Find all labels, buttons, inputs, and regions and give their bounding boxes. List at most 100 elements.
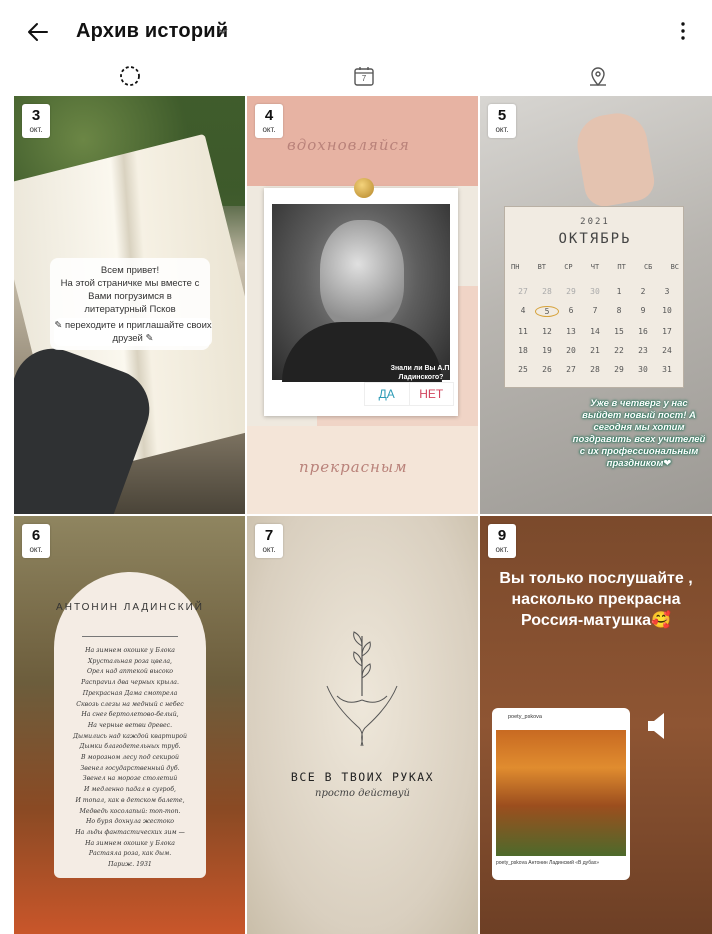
calendar-day: 28	[542, 287, 552, 296]
calendar-year: 2021	[580, 217, 610, 227]
hands-sprout-illustration	[326, 631, 398, 747]
calendar-day: 7	[592, 306, 598, 315]
story-tile[interactable]: Вы только послушайте , насколько прекрас…	[480, 516, 712, 934]
story-tile[interactable]: Всем привет! На этой страничке мы вместе…	[14, 96, 245, 514]
story-text: Вы только послушайте , насколько прекрас…	[499, 570, 693, 629]
calendar-day: 12	[542, 327, 552, 336]
poll-option-yes[interactable]: ДА	[365, 383, 409, 405]
post-caption: poety_pskova Антонин Ладинский «В дубах»	[496, 860, 600, 866]
story-text: Уже в четверг у нас выйдет новый пост! А…	[572, 398, 706, 469]
calendar-day: 5	[535, 306, 559, 317]
stories-ring-icon[interactable]	[118, 64, 142, 88]
story-day: 3	[31, 107, 41, 124]
calendar-day: 1	[616, 287, 622, 296]
stories-grid: Всем привет! На этой страничке мы вместе…	[14, 96, 712, 934]
calendar-day: 6	[568, 306, 574, 315]
story-tile[interactable]: АНТОНИН ЛАДИНСКИЙ На зимнем окошке у Бло…	[14, 516, 245, 934]
arrow-left-icon[interactable]	[24, 18, 52, 46]
poem-text: На зимнем окошке у Блока Хрустальная роз…	[72, 647, 188, 869]
shared-post-card[interactable]: poety_pskova poety_pskova Антонин Ладинс…	[492, 708, 630, 880]
calendar-day-number: 7	[361, 74, 367, 83]
page-title[interactable]: Архив историй	[76, 20, 228, 43]
app-header: Архив историй	[0, 0, 712, 62]
calendar-day: 29	[614, 365, 624, 374]
calendar-day: 14	[590, 327, 600, 336]
calendar-day: 13	[566, 327, 576, 336]
calendar-day: 17	[662, 327, 672, 336]
slogan-subtext: просто действуй	[315, 788, 410, 799]
story-date-badge: 6 окт.	[22, 524, 50, 558]
script-text-bottom: прекрасным	[299, 458, 408, 476]
calendar-card: 2021 ОКТЯБРЬ ПН ВТ СР ЧТ ПТ СБ ВС 27 28 29 30 1 2 3 4…	[504, 206, 684, 388]
polaroid-frame: Знали ли Вы А.П. Ладинского? ДА НЕТ	[264, 188, 458, 416]
story-month: окт.	[29, 545, 43, 554]
story-day: 7	[264, 527, 274, 544]
calendar-weekday: ВТ	[537, 263, 547, 271]
calendar-day: 24	[662, 346, 672, 355]
calendar-day: 23	[638, 346, 648, 355]
calendar-weekday: ВС	[670, 263, 679, 271]
story-date-badge: 4 окт.	[255, 104, 283, 138]
calendar-weekday: ПТ	[617, 263, 626, 271]
divider	[82, 636, 178, 637]
calendar-day: 19	[542, 346, 552, 355]
calendar-day: 9	[640, 306, 646, 315]
poll-question: Знали ли Вы А.П. Ладинского?	[390, 365, 452, 381]
story-text-secondary: ✎ переходите и приглашайте своих друзей …	[54, 318, 212, 346]
portrait-face	[320, 220, 404, 330]
script-text-top: вдохновляйся	[287, 136, 410, 154]
more-vertical-icon[interactable]	[676, 20, 690, 42]
calendar-day: 2	[640, 287, 646, 296]
story-date-badge: 7 окт.	[255, 524, 283, 558]
story-month: окт.	[262, 125, 276, 134]
slogan-text: ВСЕ В ТВОИХ РУКАХ	[290, 770, 435, 784]
story-month: окт.	[262, 545, 276, 554]
poll-option-no[interactable]: НЕТ	[408, 383, 454, 405]
calendar-day: 11	[518, 327, 528, 336]
tab-calendar[interactable]: 7	[352, 64, 376, 88]
calendar-day: 18	[518, 346, 528, 355]
story-tile[interactable]: 2021 ОКТЯБРЬ ПН ВТ СР ЧТ ПТ СБ ВС 27 28 29 30 1 2 3 4…	[480, 96, 712, 514]
calendar-month: ОКТЯБРЬ	[558, 231, 632, 247]
story-month: окт.	[495, 125, 509, 134]
calendar-day: 16	[638, 327, 648, 336]
calendar-day: 29	[566, 287, 576, 296]
calendar-day: 20	[566, 346, 576, 355]
story-photo-hand	[572, 108, 658, 210]
calendar-day: 3	[664, 287, 670, 296]
story-tile[interactable]: вдохновляйся прекрасным Знали ли Вы А.П.…	[247, 96, 478, 514]
chevron-down-icon[interactable]	[216, 24, 230, 38]
calendar-day: 4	[520, 306, 526, 315]
calendar-weekday: СБ	[643, 263, 653, 271]
calendar-days: 27 28 29 30 1 2 3 4 5 6 7 8 9 10 11 12 13 14 15 16 17 18 19 20 2…	[511, 287, 679, 374]
calendar-day: 30	[638, 365, 648, 374]
calendar-day: 10	[662, 306, 672, 315]
calendar-day: 31	[662, 365, 672, 374]
portrait-photo: Знали ли Вы А.П. Ладинского?	[272, 204, 451, 382]
calendar-day: 8	[616, 306, 622, 315]
poem-card: АНТОНИН ЛАДИНСКИЙ На зимнем окошке у Бло…	[54, 572, 206, 878]
calendar-day: 26	[542, 365, 552, 374]
story-month: окт.	[29, 125, 43, 134]
poem-author: АНТОНИН ЛАДИНСКИЙ	[56, 602, 204, 613]
story-tile[interactable]: ВСЕ В ТВОИХ РУКАХ просто действуй 7 окт.	[247, 516, 478, 934]
speaker-icon[interactable]	[646, 712, 670, 740]
post-photo-autumn-forest	[496, 730, 626, 856]
calendar-day: 22	[614, 346, 624, 355]
poll-widget: ДА НЕТ	[364, 382, 454, 406]
story-day: 4	[264, 107, 274, 124]
calendar-weekday: СР	[564, 263, 573, 271]
calendar-day: 27	[566, 365, 576, 374]
story-month: окт.	[495, 545, 509, 554]
calendar-day: 28	[590, 365, 600, 374]
map-pin-icon[interactable]	[586, 64, 610, 88]
story-day: 9	[497, 527, 507, 544]
story-day: 5	[497, 107, 507, 124]
calendar-weekdays: ПН ВТ СР ЧТ ПТ СБ ВС	[511, 263, 679, 271]
calendar-day: 15	[614, 327, 624, 336]
story-date-badge: 9 окт.	[488, 524, 516, 558]
calendar-day: 30	[590, 287, 600, 296]
calendar-day: 25	[518, 365, 528, 374]
story-date-badge: 5 окт.	[488, 104, 516, 138]
story-date-badge: 3 окт.	[22, 104, 50, 138]
